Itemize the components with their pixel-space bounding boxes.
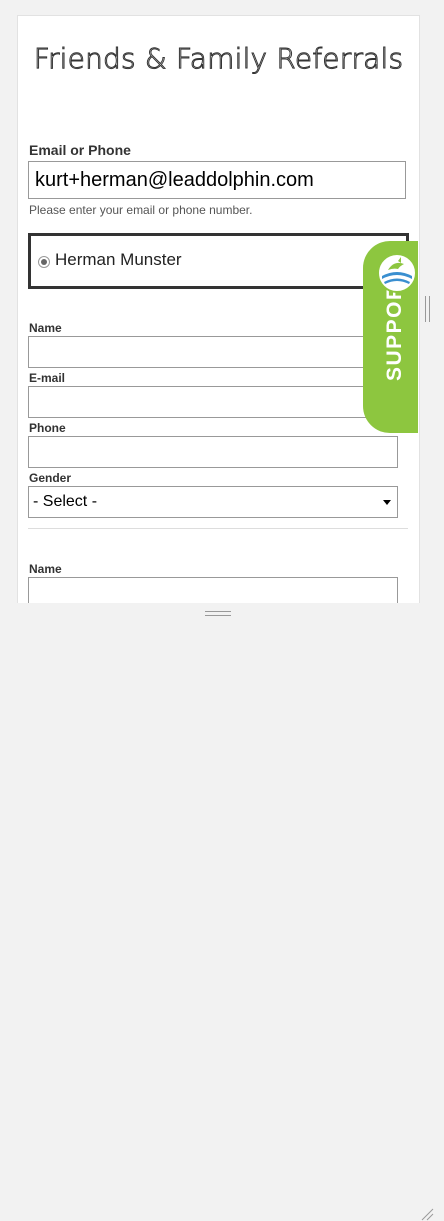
contact-name: Herman Munster [55, 250, 182, 269]
dolphin-logo-icon [377, 253, 417, 293]
email-or-phone-label: Email or Phone [29, 142, 131, 158]
referral-1-name-input[interactable] [28, 336, 398, 368]
contact-radio[interactable] [38, 256, 50, 268]
contact-option[interactable]: Herman Munster [28, 233, 409, 289]
referral-1-phone-input[interactable] [28, 436, 398, 468]
referral-2-name-label: Name [29, 562, 62, 576]
resize-grip-icon[interactable] [205, 611, 231, 617]
email-or-phone-input[interactable]: kurt+herman@leaddolphin.com [28, 161, 406, 199]
referral-1-email-input[interactable] [28, 386, 398, 418]
corner-resize-icon[interactable] [420, 1207, 434, 1221]
scrollbar-handle[interactable] [425, 296, 431, 322]
referral-1-name-label: Name [29, 321, 62, 335]
page-title: Friends & Family Referrals [33, 42, 404, 76]
gender-select-value: - Select - [33, 493, 98, 510]
referral-1-phone-label: Phone [29, 421, 66, 435]
referral-1-gender-select[interactable]: - Select - [28, 486, 398, 518]
section-divider [28, 528, 408, 529]
panel-resize-bar[interactable] [0, 603, 444, 1221]
email-help-text: Please enter your email or phone number. [29, 203, 253, 217]
referral-2-name-input[interactable] [28, 577, 398, 604]
referral-1-email-label: E-mail [29, 371, 66, 385]
referral-form-card: Friends & Family Referrals Email or Phon… [17, 15, 420, 604]
referral-1-gender-label: Gender [29, 471, 72, 485]
chevron-down-icon [383, 500, 391, 505]
